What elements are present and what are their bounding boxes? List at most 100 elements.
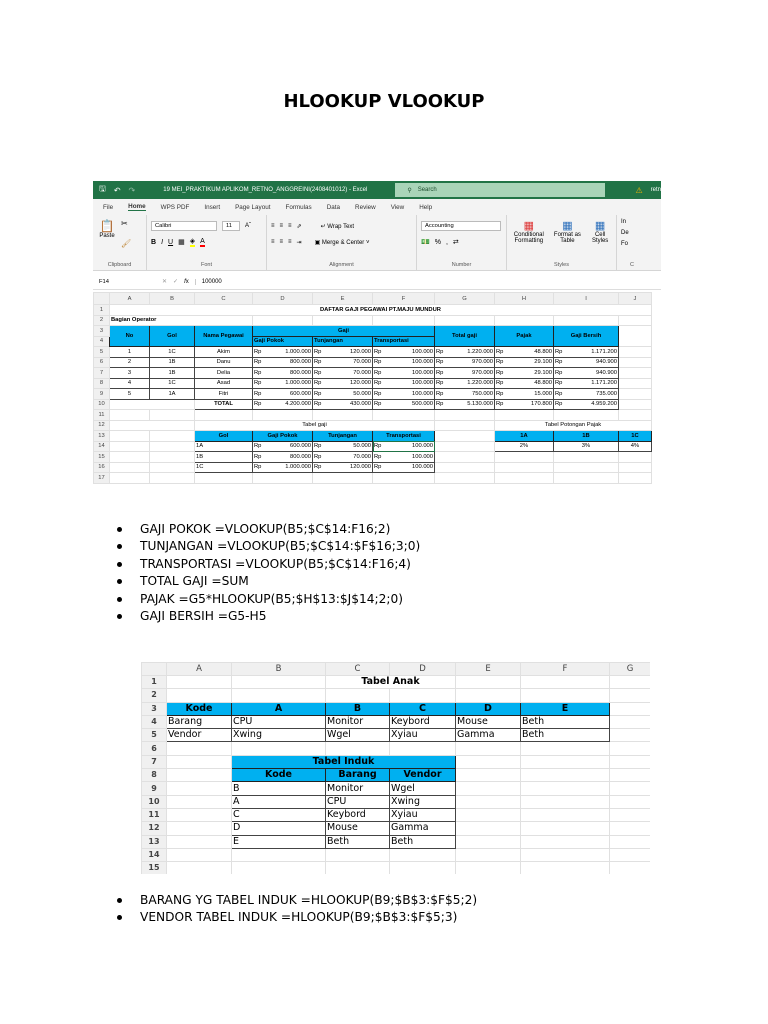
- cut-icon[interactable]: ✂: [121, 219, 128, 228]
- bold-icon[interactable]: B: [151, 239, 156, 246]
- empty-cell[interactable]: [520, 847, 610, 863]
- cell[interactable]: Monitor: [325, 781, 390, 796]
- empty-cell[interactable]: [618, 314, 652, 326]
- cell[interactable]: 1A: [149, 388, 195, 400]
- tab-page-layout[interactable]: Page Layout: [235, 204, 270, 211]
- cell[interactable]: Rp 170.800: [494, 398, 554, 410]
- empty-cell[interactable]: [166, 794, 232, 809]
- row-header[interactable]: 2: [141, 688, 167, 703]
- empty-cell[interactable]: [553, 314, 619, 326]
- cell[interactable]: Rp 100.000: [372, 451, 435, 463]
- empty-cell[interactable]: [325, 861, 390, 874]
- empty-cell[interactable]: [434, 409, 495, 421]
- cell[interactable]: Rp 48.800: [494, 346, 554, 358]
- empty-cell[interactable]: [149, 440, 195, 452]
- empty-cell[interactable]: [494, 409, 554, 421]
- cell[interactable]: Rp 29.100: [494, 356, 554, 368]
- column-header[interactable]: D: [389, 662, 456, 676]
- empty-cell[interactable]: [455, 741, 521, 756]
- empty-cell[interactable]: [609, 754, 650, 770]
- column-heading[interactable]: Gaji Bersih: [553, 325, 619, 347]
- sheet-title[interactable]: DAFTAR GAJI PEGAWAI PT.MAJU MUNDUR: [109, 304, 652, 316]
- cell[interactable]: Tunjangan: [312, 335, 373, 347]
- column-heading[interactable]: Gaji: [252, 325, 435, 337]
- row-header[interactable]: 4: [141, 714, 167, 730]
- cell[interactable]: 1B: [194, 451, 253, 463]
- cell[interactable]: Wgel: [389, 781, 456, 796]
- border-icon[interactable]: ▦: [178, 238, 185, 246]
- cell[interactable]: 3%: [553, 440, 619, 452]
- empty-cell[interactable]: [455, 834, 521, 849]
- cell[interactable]: Rp 800.000: [252, 451, 313, 463]
- cell[interactable]: C: [389, 701, 456, 716]
- cell[interactable]: Beth: [520, 728, 610, 743]
- row-header[interactable]: 1: [93, 304, 110, 316]
- cell[interactable]: A: [231, 701, 326, 716]
- empty-cell[interactable]: [609, 821, 650, 836]
- table-title[interactable]: Tabel gaji: [194, 419, 435, 431]
- cell[interactable]: Rp 100.000: [372, 377, 435, 389]
- row-header[interactable]: 10: [93, 398, 110, 410]
- tab-file[interactable]: File: [103, 204, 113, 211]
- empty-cell[interactable]: [166, 807, 232, 823]
- empty-cell[interactable]: [231, 741, 326, 756]
- row-header[interactable]: 11: [93, 409, 110, 421]
- cell[interactable]: Rp 600.000: [252, 388, 313, 400]
- align-left-icon[interactable]: ≡: [271, 239, 275, 245]
- align-middle-icon[interactable]: ≡: [280, 223, 284, 229]
- empty-cell[interactable]: [494, 314, 554, 326]
- tab-data[interactable]: Data: [327, 204, 340, 211]
- cell[interactable]: Beth: [520, 714, 610, 730]
- cell[interactable]: 3: [109, 367, 150, 379]
- cell[interactable]: Rp 5.130.000: [434, 398, 495, 410]
- empty-cell[interactable]: [520, 781, 610, 796]
- tab-insert[interactable]: Insert: [204, 204, 220, 211]
- empty-cell[interactable]: [609, 701, 650, 716]
- empty-cell[interactable]: [434, 472, 495, 484]
- cell[interactable]: 1C: [149, 377, 195, 389]
- cell[interactable]: Rp 1.220.000: [434, 377, 495, 389]
- empty-cell[interactable]: [520, 821, 610, 836]
- empty-cell[interactable]: [520, 754, 610, 770]
- empty-cell[interactable]: [149, 430, 195, 442]
- delete-cells-button[interactable]: De: [621, 230, 643, 241]
- empty-cell[interactable]: [109, 440, 150, 452]
- empty-cell[interactable]: [434, 419, 495, 431]
- empty-cell[interactable]: [252, 472, 313, 484]
- cell[interactable]: Rp 4.200.000: [252, 398, 313, 410]
- empty-cell[interactable]: [609, 768, 650, 783]
- row-header[interactable]: 15: [93, 451, 110, 463]
- cell[interactable]: 1: [109, 346, 150, 358]
- cell[interactable]: Danu: [194, 356, 253, 368]
- cell[interactable]: Rp 1.171.200: [553, 346, 619, 358]
- grow-font-icon[interactable]: Aˆ: [245, 223, 251, 229]
- empty-cell[interactable]: [618, 325, 652, 347]
- empty-cell[interactable]: [109, 419, 195, 431]
- cell[interactable]: Rp 1.000.000: [252, 346, 313, 358]
- search-box[interactable]: ⚲ Search: [395, 183, 606, 197]
- empty-cell[interactable]: [520, 741, 610, 756]
- cell[interactable]: Rp 70.000: [312, 451, 373, 463]
- empty-cell[interactable]: [455, 794, 521, 809]
- empty-cell[interactable]: [325, 688, 390, 703]
- redo-icon[interactable]: ↷: [129, 186, 136, 195]
- cell[interactable]: Rp 50.000: [312, 388, 373, 400]
- empty-cell[interactable]: [389, 847, 456, 863]
- row-header[interactable]: 16: [93, 461, 110, 473]
- cell[interactable]: E: [520, 701, 610, 716]
- cell[interactable]: Wgel: [325, 728, 390, 743]
- row-header[interactable]: 14: [93, 440, 110, 452]
- empty-cell[interactable]: [389, 861, 456, 874]
- row-header[interactable]: 13: [93, 430, 110, 442]
- cell[interactable]: Monitor: [325, 714, 390, 730]
- cell[interactable]: Rp 1.000.000: [252, 377, 313, 389]
- cell[interactable]: Rp 50.000: [312, 440, 373, 452]
- number-format-select[interactable]: Accounting: [421, 221, 501, 231]
- align-top-icon[interactable]: ≡: [271, 223, 275, 229]
- cell[interactable]: Rp 100.000: [372, 461, 435, 473]
- empty-cell[interactable]: [520, 807, 610, 823]
- empty-cell[interactable]: [434, 430, 495, 442]
- cell[interactable]: Gaji Pokok: [252, 335, 313, 347]
- row-header[interactable]: 8: [141, 768, 167, 783]
- empty-cell[interactable]: [618, 388, 652, 400]
